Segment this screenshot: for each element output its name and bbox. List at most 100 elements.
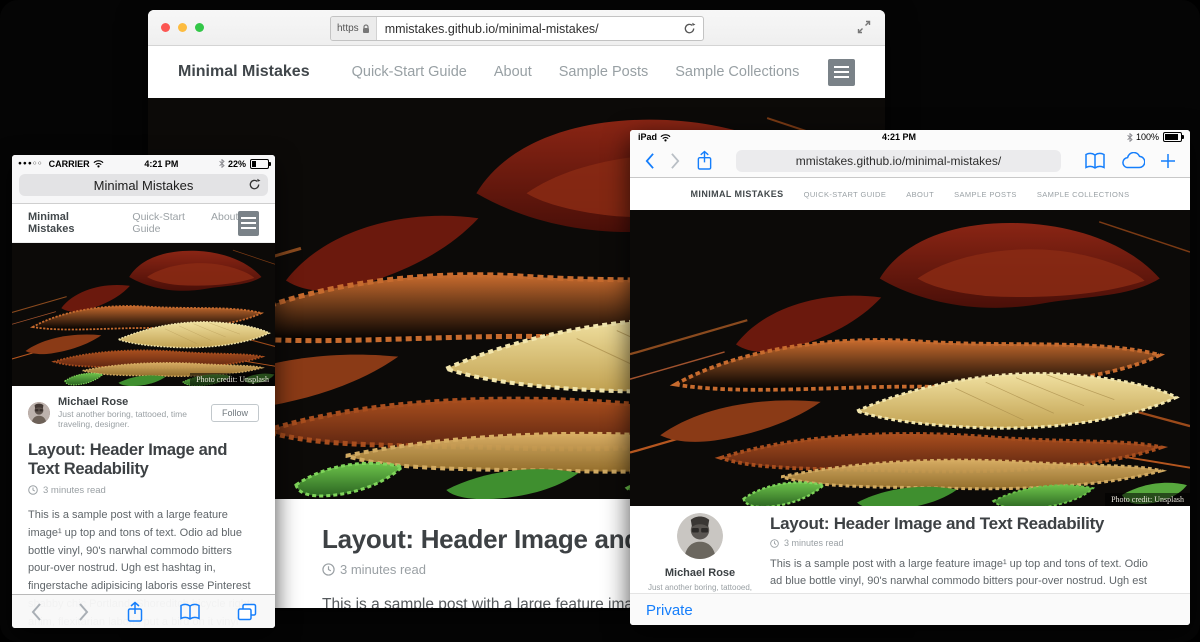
- post-content: Michael Rose Just another boring, tattoo…: [630, 506, 1190, 593]
- forward-icon[interactable]: [78, 602, 90, 622]
- status-right: 100%: [1127, 132, 1182, 142]
- menu-toggle-button[interactable]: [238, 211, 259, 236]
- clock-icon: [322, 563, 335, 576]
- new-tab-icon[interactable]: [1160, 153, 1176, 169]
- composite-screenshot: https mmistakes.github.io/minimal-mistak…: [0, 0, 1200, 642]
- post-meta: 3 minutes read: [28, 485, 259, 496]
- header-image: Photo credit: Unsplash: [12, 243, 275, 386]
- clock-icon: [770, 539, 779, 548]
- status-right: 22%: [219, 159, 269, 169]
- url-text: mmistakes.github.io/minimal-mistakes/: [796, 154, 1001, 168]
- read-time: 3 minutes read: [340, 562, 426, 577]
- wifi-icon: [660, 133, 671, 142]
- post-paragraph: This is a sample post with a large featu…: [770, 556, 1160, 593]
- zoom-window-button[interactable]: [195, 23, 204, 32]
- minimize-window-button[interactable]: [178, 23, 187, 32]
- ipad-status-bar: iPad 4:21 PM 100%: [630, 130, 1190, 144]
- header-image: Photo credit: Unsplash: [630, 210, 1190, 506]
- nav-item-sample-posts[interactable]: Sample Posts: [559, 64, 648, 80]
- fullscreen-icon[interactable]: [857, 20, 871, 34]
- close-window-button[interactable]: [161, 23, 170, 32]
- site-masthead: Minimal Mistakes Quick-Start Guide About…: [148, 46, 885, 98]
- private-browsing-bar: Private: [630, 593, 1190, 625]
- author-bio: Just another boring, tattooed, time trav…: [58, 409, 211, 429]
- reload-icon[interactable]: [248, 178, 261, 191]
- nav-item-about[interactable]: About: [494, 64, 532, 80]
- bluetooth-icon: [219, 159, 225, 168]
- site-title[interactable]: Minimal Mistakes: [178, 63, 310, 81]
- photo-credit: Photo credit: Unsplash: [1105, 493, 1190, 506]
- icloud-icon[interactable]: [1121, 152, 1145, 169]
- follow-button[interactable]: Follow: [211, 404, 259, 422]
- avatar: [28, 402, 50, 424]
- share-icon[interactable]: [126, 601, 144, 623]
- browser-toolbar: https mmistakes.github.io/minimal-mistak…: [148, 10, 885, 46]
- bookmarks-icon[interactable]: [179, 603, 201, 621]
- back-icon[interactable]: [30, 602, 42, 622]
- photo-credit: Photo credit: Unsplash: [190, 373, 275, 386]
- device-label: iPad: [638, 132, 657, 142]
- bluetooth-icon: [1127, 133, 1133, 142]
- tabs-icon[interactable]: [237, 603, 257, 621]
- page-title-label: Minimal Mistakes: [94, 178, 194, 193]
- carrier-label: CARRIER: [49, 159, 90, 169]
- site-nav: Quick-Start Guide About Sample Posts Sam…: [352, 64, 800, 80]
- iphone-status-bar: ●●●○○ CARRIER 4:21 PM 22%: [12, 155, 275, 172]
- share-icon[interactable]: [696, 150, 713, 171]
- battery-percent: 100%: [1136, 132, 1159, 142]
- site-title[interactable]: Minimal Mistakes: [28, 211, 102, 235]
- https-label: https: [337, 23, 359, 34]
- battery-icon: [250, 159, 269, 169]
- author-name: Michael Rose: [630, 567, 770, 579]
- signal-dots-icon: ●●●○○: [18, 160, 43, 167]
- site-title[interactable]: MINIMAL MISTAKES: [691, 189, 784, 199]
- safari-toolbar: mmistakes.github.io/minimal-mistakes/: [630, 144, 1190, 178]
- nav-item-about[interactable]: ABOUT: [906, 190, 934, 199]
- status-left: iPad: [638, 132, 671, 142]
- clock-icon: [28, 485, 38, 495]
- nav-item-quick-start-guide[interactable]: Quick-Start Guide: [132, 211, 193, 235]
- post-meta: 3 minutes read: [770, 538, 1160, 548]
- post-body: Layout: Header Image and Text Readabilit…: [770, 506, 1190, 593]
- menu-toggle-button[interactable]: [828, 59, 855, 86]
- address-bar[interactable]: https mmistakes.github.io/minimal-mistak…: [330, 16, 704, 41]
- https-badge: https: [331, 17, 377, 40]
- reload-icon[interactable]: [683, 22, 696, 35]
- leaves-photo: [12, 243, 275, 386]
- nav-item-sample-collections[interactable]: SAMPLE COLLECTIONS: [1037, 190, 1130, 199]
- wifi-icon: [93, 159, 104, 168]
- site-masthead: MINIMAL MISTAKES QUICK-START GUIDE ABOUT…: [630, 178, 1190, 210]
- post-content: Michael Rose Just another boring, tattoo…: [12, 386, 275, 628]
- private-button[interactable]: Private: [646, 602, 693, 619]
- nav-item-quick-start-guide[interactable]: QUICK-START GUIDE: [804, 190, 887, 199]
- nav-item-sample-posts[interactable]: SAMPLE POSTS: [954, 190, 1017, 199]
- site-nav: Quick-Start Guide About: [132, 211, 238, 235]
- forward-icon[interactable]: [670, 152, 681, 170]
- nav-item-sample-collections[interactable]: Sample Collections: [675, 64, 799, 80]
- nav-item-about[interactable]: About: [211, 211, 238, 235]
- author-text: Michael Rose Just another boring, tattoo…: [58, 396, 211, 429]
- author-sidebar: Michael Rose Just another boring, tattoo…: [630, 506, 770, 593]
- battery-icon: [1163, 132, 1182, 142]
- nav-item-quick-start-guide[interactable]: Quick-Start Guide: [352, 64, 467, 80]
- status-time: 4:21 PM: [671, 132, 1127, 142]
- bookmarks-icon[interactable]: [1084, 152, 1106, 170]
- window-controls: [161, 23, 204, 32]
- iphone-url-bar: Minimal Mistakes: [12, 172, 275, 204]
- address-field[interactable]: Minimal Mistakes: [19, 174, 268, 196]
- lock-icon: [362, 24, 370, 34]
- back-icon[interactable]: [644, 152, 655, 170]
- status-left: ●●●○○ CARRIER: [18, 159, 104, 169]
- address-field[interactable]: mmistakes.github.io/minimal-mistakes/: [736, 150, 1061, 172]
- read-time: 3 minutes read: [43, 485, 106, 496]
- read-time: 3 minutes read: [784, 538, 844, 548]
- author-bio: Just another boring, tattooed,: [630, 583, 770, 592]
- author-block: Michael Rose Just another boring, tattoo…: [28, 396, 259, 429]
- ipad-device: iPad 4:21 PM 100%: [630, 130, 1190, 625]
- leaves-photo: [630, 210, 1190, 506]
- url-text: mmistakes.github.io/minimal-mistakes/: [377, 22, 683, 36]
- site-masthead: Minimal Mistakes Quick-Start Guide About: [12, 204, 275, 243]
- post-title: Layout: Header Image and Text Readabilit…: [770, 514, 1160, 534]
- post-title: Layout: Header Image and Text Readabilit…: [28, 441, 259, 480]
- status-time: 4:21 PM: [104, 159, 219, 169]
